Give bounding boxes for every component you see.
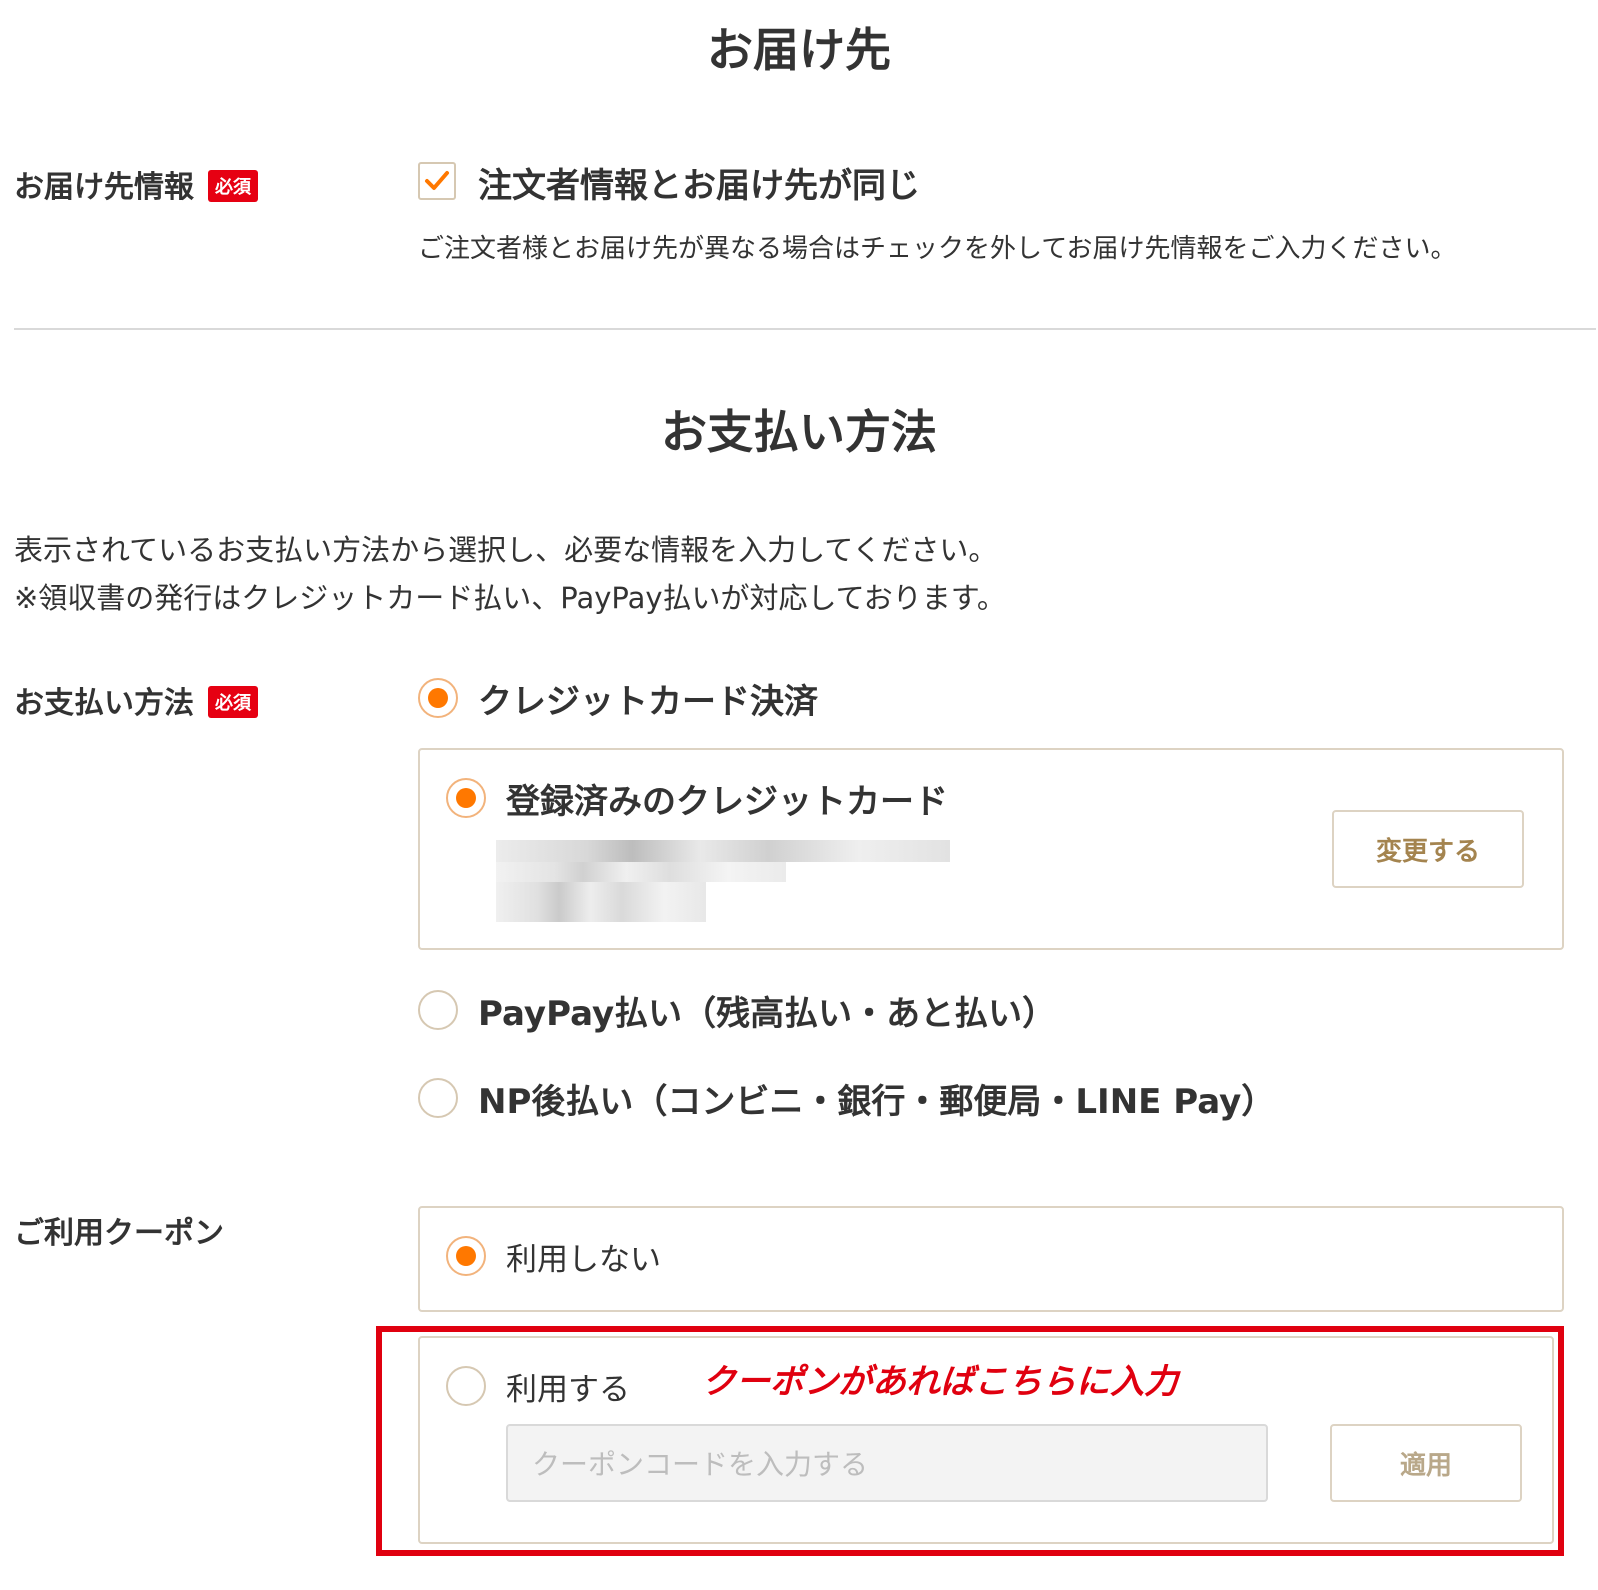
payment-method-label: お支払い方法 必須 xyxy=(14,678,258,722)
payment-method-label-text: お支払い方法 xyxy=(14,686,194,721)
masked-card-expiry xyxy=(496,882,706,922)
same-as-orderer-checkbox[interactable] xyxy=(418,162,456,200)
same-as-orderer-label[interactable]: 注文者情報とお届け先が同じ xyxy=(478,158,920,207)
masked-card-number xyxy=(496,840,950,862)
delivery-note: ご注文者様とお届け先が異なる場合はチェックを外してお届け先情報をご入力ください。 xyxy=(418,234,1457,264)
delivery-section-title: お届け先 xyxy=(707,23,891,77)
payment-radio-paypay[interactable] xyxy=(418,990,458,1030)
payment-option-credit-card[interactable]: クレジットカード決済 xyxy=(478,674,818,723)
delivery-info-label: お届け先情報 必須 xyxy=(14,162,258,206)
payment-option-paypay[interactable]: PayPay払い（残高払い・あと払い） xyxy=(478,986,1056,1035)
delivery-info-label-text: お届け先情報 xyxy=(14,170,194,205)
payment-section-title: お支払い方法 xyxy=(661,405,937,459)
payment-option-np[interactable]: NP後払い（コンビニ・銀行・郵便局・LINE Pay） xyxy=(478,1074,1275,1123)
coupon-option-none[interactable]: 利用しない xyxy=(506,1234,661,1279)
change-card-button[interactable]: 変更する xyxy=(1332,810,1524,888)
payment-radio-credit-card[interactable] xyxy=(418,678,458,718)
saved-card-radio[interactable] xyxy=(446,778,486,818)
saved-card-label[interactable]: 登録済みのクレジットカード xyxy=(506,774,948,823)
payment-intro-line1: 表示されているお支払い方法から選択し、必要な情報を入力してください。 xyxy=(14,533,998,567)
coupon-radio-use[interactable] xyxy=(446,1366,486,1406)
masked-card-holder xyxy=(496,862,786,882)
payment-radio-np[interactable] xyxy=(418,1078,458,1118)
required-badge: 必須 xyxy=(208,685,258,718)
payment-intro-line2: ※領収書の発行はクレジットカード払い、PayPay払いが対応しております。 xyxy=(14,581,1006,615)
section-divider xyxy=(14,328,1596,330)
coupon-label: ご利用クーポン xyxy=(14,1216,224,1251)
coupon-annotation: クーポンがあればこちらに入力 xyxy=(702,1362,1178,1402)
coupon-radio-none[interactable] xyxy=(446,1236,486,1276)
coupon-apply-button[interactable]: 適用 xyxy=(1330,1424,1522,1502)
coupon-option-use[interactable]: 利用する xyxy=(506,1364,630,1409)
required-badge: 必須 xyxy=(208,169,258,202)
coupon-code-input[interactable]: クーポンコードを入力する xyxy=(506,1424,1268,1502)
checkmark-icon xyxy=(425,171,449,190)
